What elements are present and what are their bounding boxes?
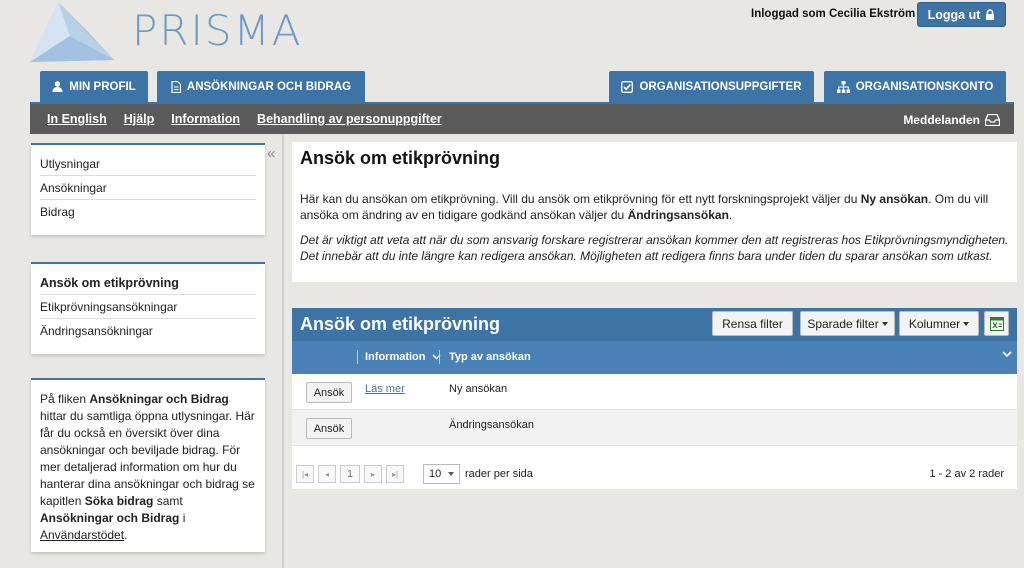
intro-text: Här kan du ansökan om etikprövning. Vill… xyxy=(300,192,861,206)
previous-page-icon[interactable]: ◂ xyxy=(318,465,336,483)
sidebar-item-ansok-om-etikprovning[interactable]: Ansök om etikprövning xyxy=(40,271,256,295)
column-header-information[interactable]: Information xyxy=(365,351,441,363)
tab-organisationsuppgifter[interactable]: ORGANISATIONSUPPGIFTER xyxy=(609,71,814,102)
column-separator xyxy=(439,350,440,364)
las-mer-link[interactable]: Läs mer xyxy=(365,383,405,395)
application-type: Ändringsansökan xyxy=(449,419,535,431)
first-page-icon[interactable]: |◂ xyxy=(296,465,314,483)
application-type: Ny ansökan xyxy=(449,383,508,395)
sidebar-item-bidrag[interactable]: Bidrag xyxy=(40,200,256,224)
ansok-button[interactable]: Ansök xyxy=(306,418,352,439)
sidebar-item-etikprovningsansokningar[interactable]: Etikprövningsansökningar xyxy=(40,295,256,319)
intro-paragraph: Här kan du ansökan om etikprövning. Vill… xyxy=(300,191,1009,223)
brand-name: PRISMA xyxy=(132,6,303,55)
page-number[interactable]: 1 xyxy=(340,465,360,483)
button-label: Sparade filter xyxy=(807,316,879,331)
sidebar-item-ansokningar[interactable]: Ansökningar xyxy=(40,176,256,200)
page-size-select[interactable]: 10 xyxy=(423,464,460,484)
intro-panel: Ansök om etikprövning Här kan du ansökan… xyxy=(292,142,1017,282)
help-bold-text: Ansökningar och Bidrag xyxy=(89,392,229,406)
lock-icon xyxy=(986,9,995,20)
grid-header: Ansök om etikprövning Rensa filter Spara… xyxy=(292,308,1017,341)
intro-bold-text: Ny ansökan xyxy=(860,192,929,206)
tab-organisationskonto[interactable]: ORGANISATIONSKONTO xyxy=(824,71,1006,102)
expand-columns-button[interactable] xyxy=(1002,349,1012,361)
messages-label: Meddelanden xyxy=(903,113,980,127)
next-page-icon[interactable]: ▸ xyxy=(364,465,382,483)
help-bold-text: Ansökningar och Bidrag xyxy=(40,511,180,525)
inbox-icon xyxy=(985,114,1000,126)
prisma-logo xyxy=(30,2,114,62)
sidebar-divider xyxy=(282,134,284,568)
column-label: Information xyxy=(365,351,426,363)
user-icon xyxy=(52,81,63,92)
tab-ansokningar-och-bidrag[interactable]: ANSÖKNINGAR OCH BIDRAG xyxy=(157,71,365,102)
row-count: 1 - 2 av 2 rader xyxy=(929,468,1004,480)
sidebar-etik-panel: Ansök om etikprövning Etikprövningsansök… xyxy=(31,262,265,354)
button-label: Rensa filter xyxy=(722,316,783,331)
button-label: Kolumner xyxy=(908,316,961,331)
org-chart-icon xyxy=(836,80,850,93)
sidebar-help-panel: På fliken Ansökningar och Bidrag hittar … xyxy=(31,378,265,552)
logged-in-user: Inloggad som Cecilia Ekström xyxy=(751,8,916,20)
page-title: Ansök om etikprövning xyxy=(300,148,501,168)
grid-column-headers: Information Typ av ansökan xyxy=(292,341,1017,374)
document-icon xyxy=(171,80,181,93)
sidebar-nav-panel: Utlysningar Ansökningar Bidrag xyxy=(31,143,265,235)
caret-down-icon xyxy=(963,321,970,326)
tab-min-profil[interactable]: MIN PROFIL xyxy=(40,71,148,102)
grid-title: Ansök om etikprövning xyxy=(300,314,501,334)
table-row: Ansök Läs mer Ny ansökan xyxy=(292,374,1017,410)
tab-label: ORGANISATIONSKONTO xyxy=(855,80,994,93)
link-in-english[interactable]: In English xyxy=(47,112,107,126)
link-hjalp[interactable]: Hjälp xyxy=(124,112,155,126)
columns-button[interactable]: Kolumner xyxy=(899,311,979,336)
column-separator xyxy=(357,350,358,364)
caret-down-icon xyxy=(881,321,888,326)
grid-pager: |◂ ◂ 1 ▸ ▸| 10 rader per sida 1 - 2 av 2… xyxy=(292,460,1017,488)
logout-button[interactable]: Logga ut xyxy=(917,2,1006,27)
ansok-button[interactable]: Ansök xyxy=(306,382,352,403)
rows-per-page-label: rader per sida xyxy=(465,468,533,480)
sidebar-item-utlysningar[interactable]: Utlysningar xyxy=(40,152,256,176)
sub-navigation: In English Hjälp Information Behandling … xyxy=(30,102,1014,134)
intro-text: . xyxy=(728,208,733,222)
button-label: Ansök xyxy=(313,422,345,435)
checkbox-icon xyxy=(621,80,634,93)
tab-label: MIN PROFIL xyxy=(69,80,136,93)
table-row: Ansök Ändringsansökan xyxy=(292,410,1017,446)
page-size-value: 10 xyxy=(429,468,442,480)
help-text: . xyxy=(124,528,128,542)
help-text: i xyxy=(179,511,186,525)
caret-down-icon xyxy=(448,472,455,476)
applications-grid: Ansök om etikprövning Rensa filter Spara… xyxy=(292,308,1017,489)
messages-button[interactable]: Meddelanden xyxy=(903,113,1000,127)
help-text: På fliken xyxy=(40,392,90,406)
button-label: Ansök xyxy=(313,386,345,399)
intro-note: Det är viktigt att veta att när du som a… xyxy=(300,233,1009,263)
anvandarstodet-link[interactable]: Användarstödet xyxy=(40,528,124,542)
export-excel-button[interactable] xyxy=(984,311,1009,336)
column-header-typ[interactable]: Typ av ansökan xyxy=(449,351,531,363)
tab-label: ORGANISATIONSUPPGIFTER xyxy=(639,80,802,93)
last-page-icon[interactable]: ▸| xyxy=(386,465,404,483)
help-text: samt xyxy=(153,494,183,508)
logout-label: Logga ut xyxy=(927,7,981,22)
saved-filters-button[interactable]: Sparade filter xyxy=(800,311,895,336)
excel-icon xyxy=(989,316,1004,331)
tab-label: ANSÖKNINGAR OCH BIDRAG xyxy=(186,80,352,93)
help-bold-text: Söka bidrag xyxy=(84,494,154,508)
link-behandling-av-personuppgifter[interactable]: Behandling av personuppgifter xyxy=(257,112,442,126)
sidebar-item-andringsansokningar[interactable]: Ändringsansökningar xyxy=(40,319,256,343)
clear-filter-button[interactable]: Rensa filter xyxy=(712,311,793,336)
link-information[interactable]: Information xyxy=(171,112,240,126)
collapse-sidebar-icon[interactable]: « xyxy=(267,145,275,162)
chevron-down-icon xyxy=(1002,351,1012,358)
intro-bold-text: Ändringsansökan xyxy=(627,208,729,222)
